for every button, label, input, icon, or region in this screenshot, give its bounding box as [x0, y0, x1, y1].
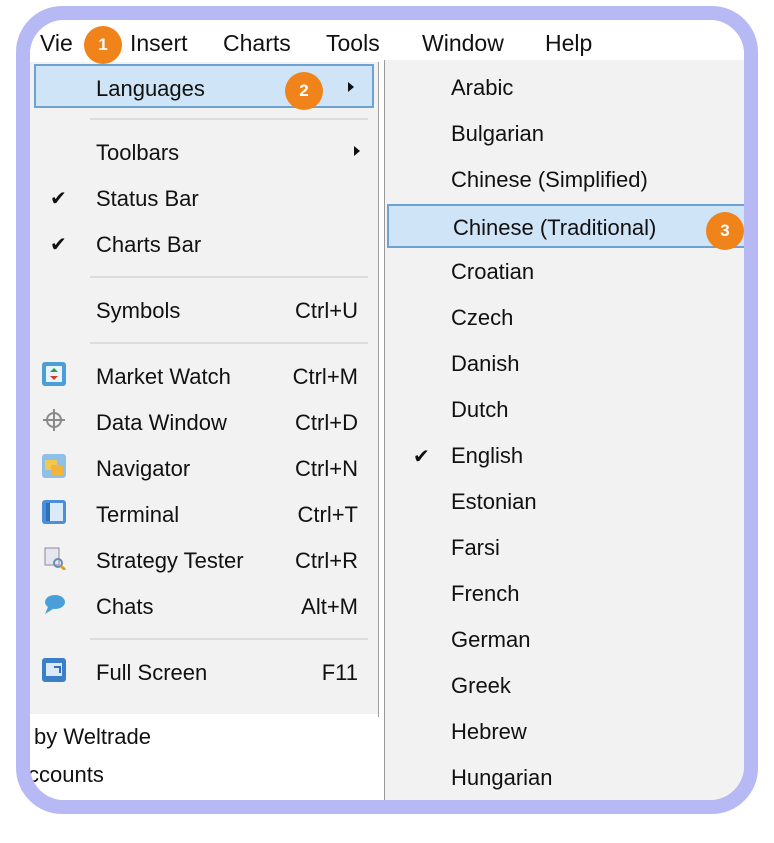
language-item-greek[interactable]: Greek	[385, 664, 744, 708]
language-label: English	[451, 443, 524, 468]
view-menu: Languages Toolbars ✔ Status Bar ✔ Charts…	[30, 62, 379, 717]
language-item-danish[interactable]: Danish	[385, 342, 744, 386]
menu-item-label: Strategy Tester	[96, 548, 244, 573]
language-label: Croatian	[451, 259, 535, 284]
language-label: French	[451, 581, 520, 606]
crosshair-icon	[42, 408, 66, 432]
languages-submenu: Arabic Bulgarian Chinese (Simplified) Ch…	[384, 60, 744, 800]
step-callout-1: 1	[84, 26, 122, 64]
menu-item-label: Chats	[96, 594, 154, 619]
menu-view[interactable]: Vie	[40, 30, 73, 57]
menu-item-shortcut: Ctrl+M	[292, 364, 358, 389]
menu-item-terminal[interactable]: Terminal Ctrl+T	[30, 492, 378, 536]
language-item-farsi[interactable]: Farsi	[385, 526, 744, 570]
language-item-french[interactable]: French	[385, 572, 744, 616]
menu-item-languages[interactable]: Languages	[34, 64, 374, 108]
screenshot-content: Vie Insert Charts Tools Window Help Lang…	[30, 20, 744, 800]
chat-icon	[42, 592, 66, 616]
check-icon: ✔	[413, 446, 430, 468]
menu-item-shortcut: Ctrl+U	[295, 298, 358, 323]
menu-separator	[90, 276, 368, 278]
language-item-hungarian[interactable]: Hungarian	[385, 756, 744, 800]
navigator-panel: by Weltrade ccounts icators	[30, 714, 378, 800]
menu-separator	[90, 118, 368, 120]
menu-item-label: Full Screen	[96, 660, 208, 685]
language-label: Greek	[451, 673, 511, 698]
full-screen-icon	[42, 658, 66, 682]
step-callout-2: 2	[285, 72, 323, 110]
menu-item-shortcut: Ctrl+D	[295, 410, 358, 435]
menu-item-toolbars[interactable]: Toolbars	[30, 130, 378, 174]
menu-item-shortcut: Ctrl+N	[295, 456, 358, 481]
menu-separator	[90, 342, 368, 344]
menu-item-label: Terminal	[96, 502, 180, 527]
submenu-arrow-icon	[354, 146, 360, 156]
menu-bar: Vie Insert Charts Tools Window Help	[30, 20, 744, 62]
language-item-croatian[interactable]: Croatian	[385, 250, 744, 294]
language-label: Chinese (Simplified)	[451, 167, 648, 192]
menu-separator	[90, 638, 368, 640]
menu-item-shortcut: F11	[321, 660, 358, 685]
language-item-dutch[interactable]: Dutch	[385, 388, 744, 432]
language-label: Hebrew	[451, 719, 527, 744]
menu-item-chats[interactable]: Chats Alt+M	[30, 584, 378, 628]
language-item-german[interactable]: German	[385, 618, 744, 662]
language-item-chinese-traditional[interactable]: Chinese (Traditional)	[387, 204, 744, 248]
language-label: Arabic	[451, 75, 514, 100]
market-watch-icon	[42, 362, 66, 386]
menu-item-market-watch[interactable]: Market Watch Ctrl+M	[30, 354, 378, 398]
panel-text[interactable]: ccounts	[30, 762, 104, 788]
language-item-czech[interactable]: Czech	[385, 296, 744, 340]
menu-item-strategy-tester[interactable]: Strategy Tester Ctrl+R	[30, 538, 378, 582]
check-icon: ✔	[50, 234, 67, 256]
menu-item-symbols[interactable]: Symbols Ctrl+U	[30, 288, 378, 332]
step-callout-3: 3	[706, 212, 744, 250]
menu-item-status-bar[interactable]: ✔ Status Bar	[30, 176, 378, 220]
menu-item-label: Languages	[96, 76, 205, 101]
language-label: Czech	[451, 305, 514, 330]
language-label: Farsi	[451, 535, 500, 560]
menu-item-label: Market Watch	[96, 364, 231, 389]
menu-item-navigator[interactable]: Navigator Ctrl+N	[30, 446, 378, 490]
menu-item-shortcut: Ctrl+T	[297, 502, 359, 527]
check-icon: ✔	[50, 188, 67, 210]
menu-help[interactable]: Help	[545, 30, 592, 57]
language-item-arabic[interactable]: Arabic	[385, 66, 744, 110]
menu-item-label: Toolbars	[96, 140, 180, 165]
menu-item-data-window[interactable]: Data Window Ctrl+D	[30, 400, 378, 444]
menu-item-full-screen[interactable]: Full Screen F11	[30, 650, 378, 694]
menu-item-label: Symbols	[96, 298, 181, 323]
menu-item-label: Navigator	[96, 456, 191, 481]
terminal-icon	[42, 500, 66, 524]
language-label: German	[451, 627, 531, 652]
menu-item-label: Status Bar	[96, 186, 199, 211]
language-item-english[interactable]: ✔ English	[385, 434, 744, 478]
language-label: Bulgarian	[451, 121, 544, 146]
menu-tools[interactable]: Tools	[326, 30, 380, 57]
language-label: Chinese (Traditional)	[453, 215, 657, 240]
menu-item-label: Charts Bar	[96, 232, 202, 257]
navigator-icon	[42, 454, 66, 478]
language-label: Hungarian	[451, 765, 553, 790]
menu-item-charts-bar[interactable]: ✔ Charts Bar	[30, 222, 378, 266]
language-label: Estonian	[451, 489, 537, 514]
language-item-chinese-simplified[interactable]: Chinese (Simplified)	[385, 158, 744, 202]
language-label: Dutch	[451, 397, 509, 422]
panel-text: by Weltrade	[34, 724, 151, 749]
language-item-bulgarian[interactable]: Bulgarian	[385, 112, 744, 156]
menu-item-shortcut: Ctrl+R	[295, 548, 358, 573]
language-item-estonian[interactable]: Estonian	[385, 480, 744, 524]
menu-insert[interactable]: Insert	[130, 30, 188, 57]
panel-text[interactable]: icators	[30, 798, 91, 800]
menu-charts[interactable]: Charts	[223, 30, 291, 57]
menu-window[interactable]: Window	[422, 30, 504, 57]
screenshot-frame: Vie Insert Charts Tools Window Help Lang…	[16, 6, 758, 814]
submenu-arrow-icon	[348, 82, 354, 92]
language-label: Danish	[451, 351, 520, 376]
menu-item-label: Data Window	[96, 410, 227, 435]
menu-item-shortcut: Alt+M	[301, 594, 358, 619]
language-item-hebrew[interactable]: Hebrew	[385, 710, 744, 754]
strategy-tester-icon	[42, 546, 67, 572]
